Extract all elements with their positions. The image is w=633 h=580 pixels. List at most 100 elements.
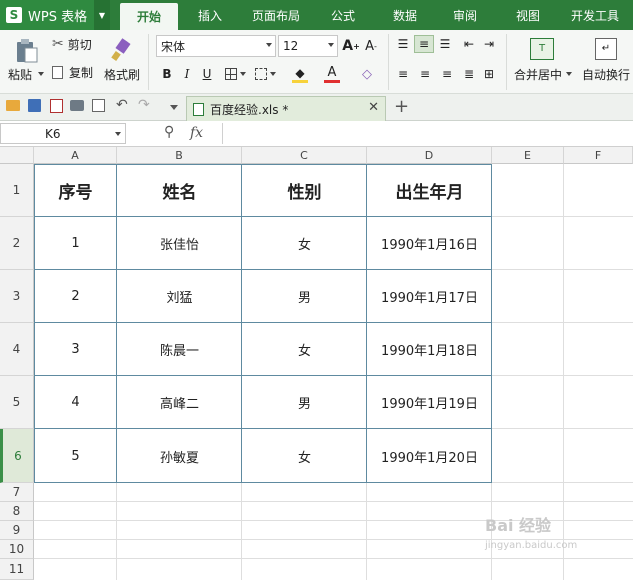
format-painter-button[interactable] xyxy=(106,36,136,64)
row-header-10[interactable]: 10 xyxy=(0,540,34,559)
align-left-icon[interactable]: ≡ xyxy=(394,66,412,82)
wrap-text-button[interactable]: ↵ xyxy=(592,36,620,62)
fill-color-button[interactable]: ◆ xyxy=(286,63,314,85)
row-header-5[interactable]: 5 xyxy=(0,376,34,429)
export-pdf-icon[interactable] xyxy=(50,99,63,113)
paste-button[interactable] xyxy=(10,36,44,66)
table-cell[interactable]: 女 xyxy=(242,429,367,483)
table-cell[interactable]: 男 xyxy=(242,376,367,429)
italic-button[interactable]: I xyxy=(178,64,196,84)
decrease-font-icon[interactable]: A- xyxy=(362,36,380,56)
name-box[interactable]: K6 xyxy=(0,123,126,144)
row-header-6[interactable]: 6 xyxy=(0,429,34,483)
customize-toolbar-icon[interactable] xyxy=(170,105,178,110)
align-middle-icon[interactable]: ≡ xyxy=(414,35,434,53)
header-cell-gender[interactable]: 性别 xyxy=(242,164,367,217)
column-header-e[interactable]: E xyxy=(492,147,564,164)
tab-insert[interactable]: 插入 xyxy=(184,0,236,30)
table-cell[interactable]: 1990年1月16日 xyxy=(367,217,492,270)
distribute-icon[interactable]: ⊞ xyxy=(480,66,498,82)
table-cell[interactable]: 5 xyxy=(34,429,117,483)
column-header-f[interactable]: F xyxy=(564,147,633,164)
header-cell-name[interactable]: 姓名 xyxy=(117,164,242,217)
align-top-icon[interactable]: ☰ xyxy=(394,36,412,52)
column-header-b[interactable]: B xyxy=(117,147,242,164)
print-preview-icon[interactable] xyxy=(92,99,105,112)
cut-button[interactable]: ✂ 剪切 xyxy=(52,34,102,54)
tab-formulas[interactable]: 公式 xyxy=(318,0,368,30)
merge-dropdown-icon[interactable] xyxy=(566,72,572,76)
tab-view[interactable]: 视图 xyxy=(504,0,552,30)
column-header-c[interactable]: C xyxy=(242,147,367,164)
app-menu-dropdown-icon[interactable]: ▼ xyxy=(94,0,110,30)
paste-dropdown-icon[interactable] xyxy=(38,72,44,76)
align-center-icon[interactable]: ≡ xyxy=(416,66,434,82)
table-cell[interactable]: 女 xyxy=(242,323,367,376)
fx-button[interactable]: fx xyxy=(190,125,203,141)
table-cell[interactable]: 4 xyxy=(34,376,117,429)
tab-developer[interactable]: 开发工具 xyxy=(562,0,628,30)
row-header-3[interactable]: 3 xyxy=(0,270,34,323)
table-cell[interactable]: 1990年1月18日 xyxy=(367,323,492,376)
font-name-select[interactable]: 宋体 xyxy=(156,35,276,57)
merge-center-button[interactable]: T xyxy=(528,36,556,62)
align-bottom-icon[interactable]: ☰ xyxy=(436,36,454,52)
table-cell[interactable]: 陈晨一 xyxy=(117,323,242,376)
justify-icon[interactable]: ≣ xyxy=(460,66,478,82)
row-header-4[interactable]: 4 xyxy=(0,323,34,376)
ribbon-separator xyxy=(148,34,149,90)
print-icon[interactable] xyxy=(70,100,84,111)
tab-review[interactable]: 审阅 xyxy=(440,0,490,30)
clear-format-button[interactable]: ◇ xyxy=(354,64,380,84)
table-cell[interactable]: 孙敏夏 xyxy=(117,429,242,483)
table-cell[interactable]: 高峰二 xyxy=(117,376,242,429)
row-header-11[interactable]: 11 xyxy=(0,559,34,580)
row-header-9[interactable]: 9 xyxy=(0,521,34,540)
column-header-d[interactable]: D xyxy=(367,147,492,164)
decrease-indent-icon[interactable]: ⇤ xyxy=(460,36,478,52)
table-cell[interactable]: 1 xyxy=(34,217,117,270)
row-header-7[interactable]: 7 xyxy=(0,483,34,502)
font-size-select[interactable]: 12 xyxy=(278,35,338,57)
increase-indent-icon[interactable]: ⇥ xyxy=(480,36,498,52)
table-cell[interactable]: 刘猛 xyxy=(117,270,242,323)
app-menu-button[interactable]: S WPS 表格 ▼ xyxy=(0,0,110,30)
header-cell-birth[interactable]: 出生年月 xyxy=(367,164,492,217)
open-folder-icon[interactable] xyxy=(6,100,20,111)
increase-font-icon[interactable]: A + xyxy=(342,36,360,56)
table-cell[interactable]: 女 xyxy=(242,217,367,270)
bold-button[interactable]: B xyxy=(158,64,176,84)
table-cell[interactable]: 张佳怡 xyxy=(117,217,242,270)
formula-input[interactable] xyxy=(222,123,633,144)
tab-page-layout[interactable]: 页面布局 xyxy=(244,0,308,30)
tab-data[interactable]: 数据 xyxy=(380,0,430,30)
save-icon[interactable] xyxy=(28,99,41,112)
redo-icon[interactable]: ↷ xyxy=(138,97,150,113)
table-cell[interactable]: 男 xyxy=(242,270,367,323)
copy-button[interactable]: 复制 xyxy=(52,62,102,82)
table-cell[interactable]: 2 xyxy=(34,270,117,323)
watermark: Bai 经验 jingyan.baidu.com xyxy=(485,512,625,572)
new-tab-icon[interactable]: + xyxy=(394,96,409,117)
column-header-a[interactable]: A xyxy=(34,147,117,164)
row-header-8[interactable]: 8 xyxy=(0,502,34,521)
document-tab[interactable]: 百度经验.xls * ✕ xyxy=(186,96,386,121)
header-cell-seq[interactable]: 序号 xyxy=(34,164,117,217)
row-header-1[interactable]: 1 xyxy=(0,164,34,217)
align-right-icon[interactable]: ≡ xyxy=(438,66,456,82)
borders-button[interactable] xyxy=(222,64,248,84)
table-cell[interactable]: 1990年1月20日 xyxy=(367,429,492,483)
row-header-2[interactable]: 2 xyxy=(0,217,34,270)
table-cell[interactable]: 1990年1月19日 xyxy=(367,376,492,429)
zoom-search-icon[interactable]: ⚲ xyxy=(164,124,174,140)
tab-home[interactable]: 开始 xyxy=(120,3,178,30)
undo-icon[interactable]: ↶ xyxy=(116,97,128,113)
cell-style-button[interactable] xyxy=(252,64,278,84)
fill-color-swatch xyxy=(292,79,308,83)
select-all-corner[interactable] xyxy=(0,147,34,164)
close-tab-icon[interactable]: ✕ xyxy=(368,100,379,115)
underline-button[interactable]: U xyxy=(198,64,216,84)
table-cell[interactable]: 1990年1月17日 xyxy=(367,270,492,323)
table-cell[interactable]: 3 xyxy=(34,323,117,376)
font-color-button[interactable]: A xyxy=(318,63,346,85)
